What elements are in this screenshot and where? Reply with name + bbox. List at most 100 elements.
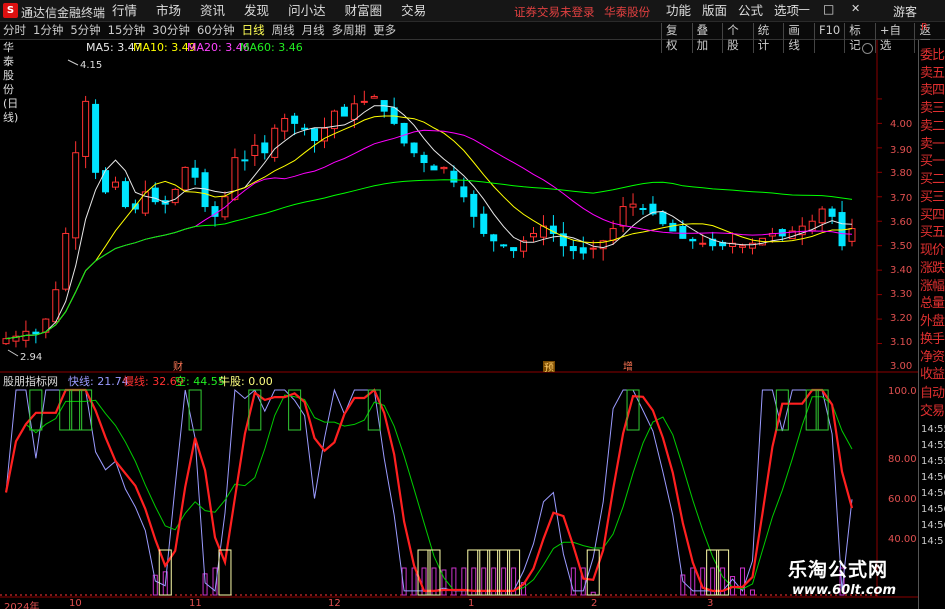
candle-body [500,244,508,247]
candle-body [340,106,348,117]
quote-label: 涨跌 [920,261,945,276]
candle-body [848,228,856,242]
panel-r-icon[interactable]: R [921,22,928,33]
candle-body [569,246,577,252]
trade-time: 14:55 [921,456,945,467]
watermark-title: 乐淘公式网 [788,559,889,581]
trade-time: 14:56 [921,472,945,483]
quote-label: 总量 [920,296,945,311]
trade-time: 14:56 [921,488,945,499]
candle-body [191,167,199,178]
fast-line [5,388,853,592]
candle-body [301,127,309,130]
low-marker-line [7,349,19,357]
candle-body [838,212,846,247]
candle-body [171,188,179,204]
ma5-line [5,105,853,340]
trade-time: 14:56 [921,504,945,515]
candle-body [828,208,836,217]
top-signal-box [29,389,43,431]
indicator-tick: 60.00 [888,494,917,505]
candle-body [450,170,458,183]
candle-body [360,100,368,103]
price-tick: 3.60 [890,217,913,228]
quote-label: 委比 [920,48,945,63]
candlestick-group [2,90,856,348]
candle-body [320,127,328,142]
fast-line-value: 快线: 21.74 [68,375,129,388]
date-tick: 10 [69,598,82,609]
forecast-marker[interactable]: 预 [544,362,554,374]
candle-body [480,213,488,234]
price-tick: 3.00 [890,361,913,372]
auto-trade-label[interactable]: 交易 [920,404,945,419]
price-tick: 3.70 [890,193,913,204]
candle-body [530,232,538,238]
ma-lines-group [5,105,853,340]
finance-marker[interactable]: 财 [173,360,183,373]
candle-body [251,144,259,156]
candle-body [271,127,279,158]
candle-body [92,103,100,173]
quote-side-panel: R 委比 卖五 卖四 卖三 卖二 卖一 买一 买二 买三 买四 买五 现价 涨跌… [918,22,945,609]
candle-body [400,122,408,144]
candle-body [510,247,518,252]
candle-body [460,186,468,198]
indicator-name[interactable]: 股朋指标网 [3,375,58,389]
price-tick: 3.50 [890,241,913,252]
watermark-url: www.60lt.com [792,583,897,598]
quote-label: 涨幅 [920,279,945,294]
quote-label: 收益 [920,367,945,382]
bull-histogram-bar [749,589,755,596]
watermark: 乐淘公式网 www.60lt.com [788,555,912,603]
candle-body [281,117,289,132]
increase-marker[interactable]: 增 [623,360,633,373]
top-signal-box [188,389,202,431]
candle-body [470,193,478,217]
trade-time: 14:55 [921,440,945,451]
price-tick: 3.80 [890,168,913,179]
candle-body [350,103,358,120]
candle-body [261,142,269,154]
high-marker-label: 4.15 [80,60,102,71]
empty-line [5,394,853,592]
indicator-tick: 80.00 [888,454,917,465]
trade-time: 14:56 [921,520,945,531]
quote-label: 现价 [920,243,945,258]
candle-body [181,166,189,191]
ma20-line [5,129,853,340]
quote-label: 卖四 [920,83,945,98]
date-tick: 11 [189,598,202,609]
trade-time: 14:5 [921,536,944,547]
quote-label: 卖三 [920,101,945,116]
quote-label: 净资 [920,350,945,365]
candle-body [609,228,617,241]
bull-value: 牛股: 0.00 [219,375,273,388]
slow-line [4,388,854,592]
candle-body [62,232,70,290]
quote-label: 外盘 [920,314,945,329]
candle-body [32,331,40,335]
date-tick: 12 [328,598,341,609]
candle-body [579,247,587,254]
kline-chart[interactable]: 4.15 2.94 财 预 增 [0,0,918,609]
bull-histogram-bar [152,574,158,596]
candle-body [639,207,647,210]
price-tick: 4.00 [890,119,913,130]
candle-body [629,203,637,208]
candle-body [420,154,428,164]
quote-label: 买四 [920,208,945,223]
high-marker-line [67,59,79,66]
candle-body [679,226,687,239]
price-tick: 3.10 [890,337,913,348]
auto-trade-label[interactable]: 自动 [920,386,945,401]
indicator-group [4,388,854,596]
date-tick: 2024年 [4,602,40,609]
price-tick: 3.30 [890,289,913,300]
empty-value: 空: 44.55 [175,375,225,388]
candle-body [689,238,697,242]
candle-body [2,338,10,345]
candle-body [589,247,597,250]
date-tick: 2 [591,598,598,609]
candle-body [669,222,677,232]
